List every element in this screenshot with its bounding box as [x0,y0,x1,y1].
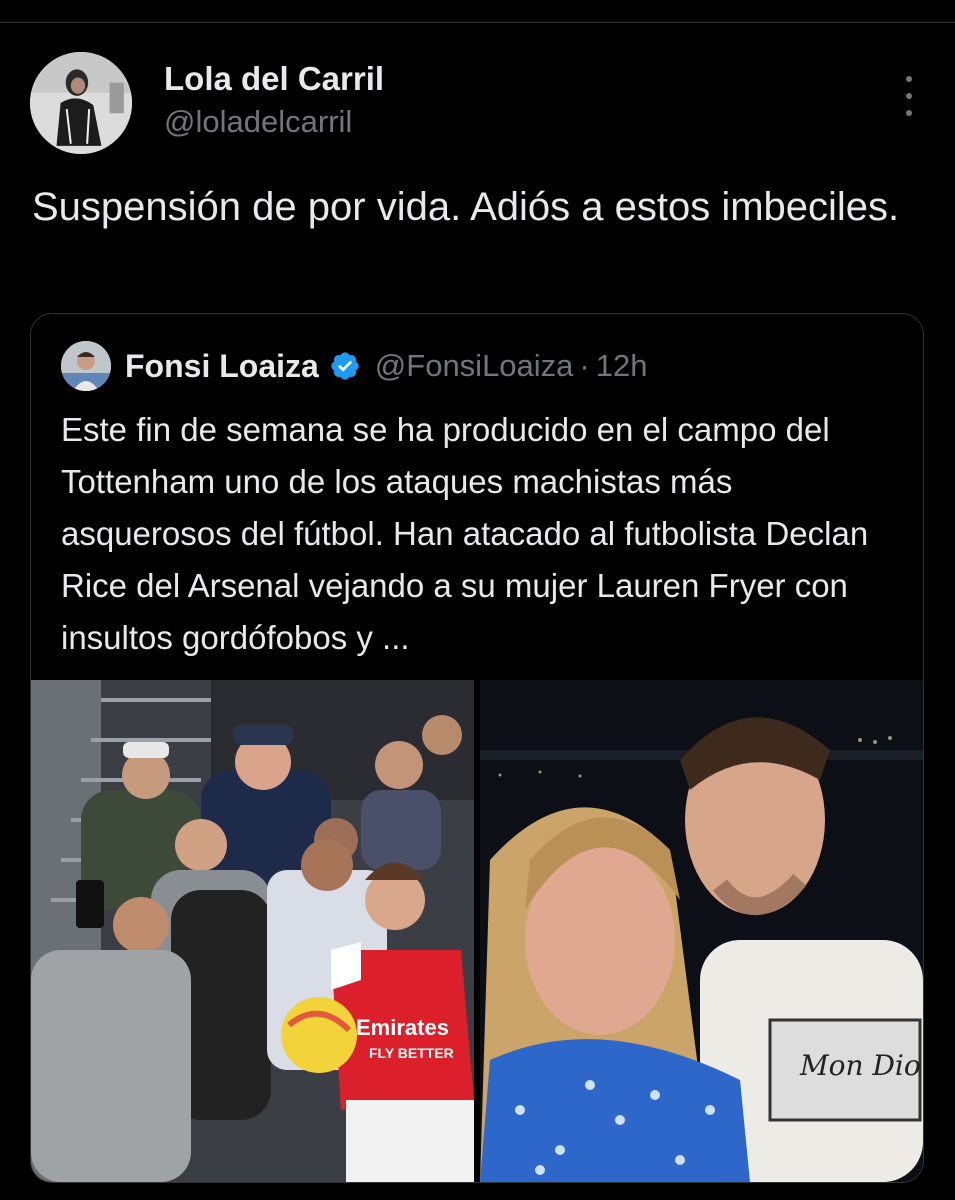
tweet-text: Suspensión de por vida. Adiós a estos im… [32,185,900,229]
tweet-header: Lola del Carril @loladelcarril [30,52,925,156]
author-avatar-image [30,52,132,154]
quoted-author-avatar[interactable] [61,341,111,391]
svg-text:FLY BETTER: FLY BETTER [369,1045,454,1061]
quoted-timestamp[interactable]: 12h [596,348,648,384]
quoted-tweet-header: Fonsi Loaiza @FonsiLoaiza · 12h [61,338,647,394]
quoted-tweet-text: Este fin de semana se ha producido en el… [61,411,869,656]
author-avatar[interactable] [30,52,132,154]
quoted-author-name[interactable]: Fonsi Loaiza [125,348,319,385]
top-divider [0,22,955,23]
author-handle[interactable]: @loladelcarril [164,102,384,142]
quoted-tweet-card[interactable]: Fonsi Loaiza @FonsiLoaiza · 12h Este fin… [30,313,924,1183]
quoted-author-handle[interactable]: @FonsiLoaiza [375,348,574,384]
couple-selfie-photo[interactable]: Mon Dio [480,680,923,1182]
more-options-icon[interactable] [901,76,917,116]
header-separator: · [579,348,590,383]
verified-badge-icon [329,350,361,382]
svg-text:Mon Dio: Mon Dio [799,1049,921,1082]
stadium-crowd-photo[interactable]: Emirates FLY BETTER [31,680,474,1182]
quoted-avatar-image [61,341,111,391]
svg-text:Emirates: Emirates [356,1015,449,1040]
author-display-name[interactable]: Lola del Carril [164,58,384,100]
quoted-media-grid: Emirates FLY BETTER Mon Dio [31,680,923,1182]
